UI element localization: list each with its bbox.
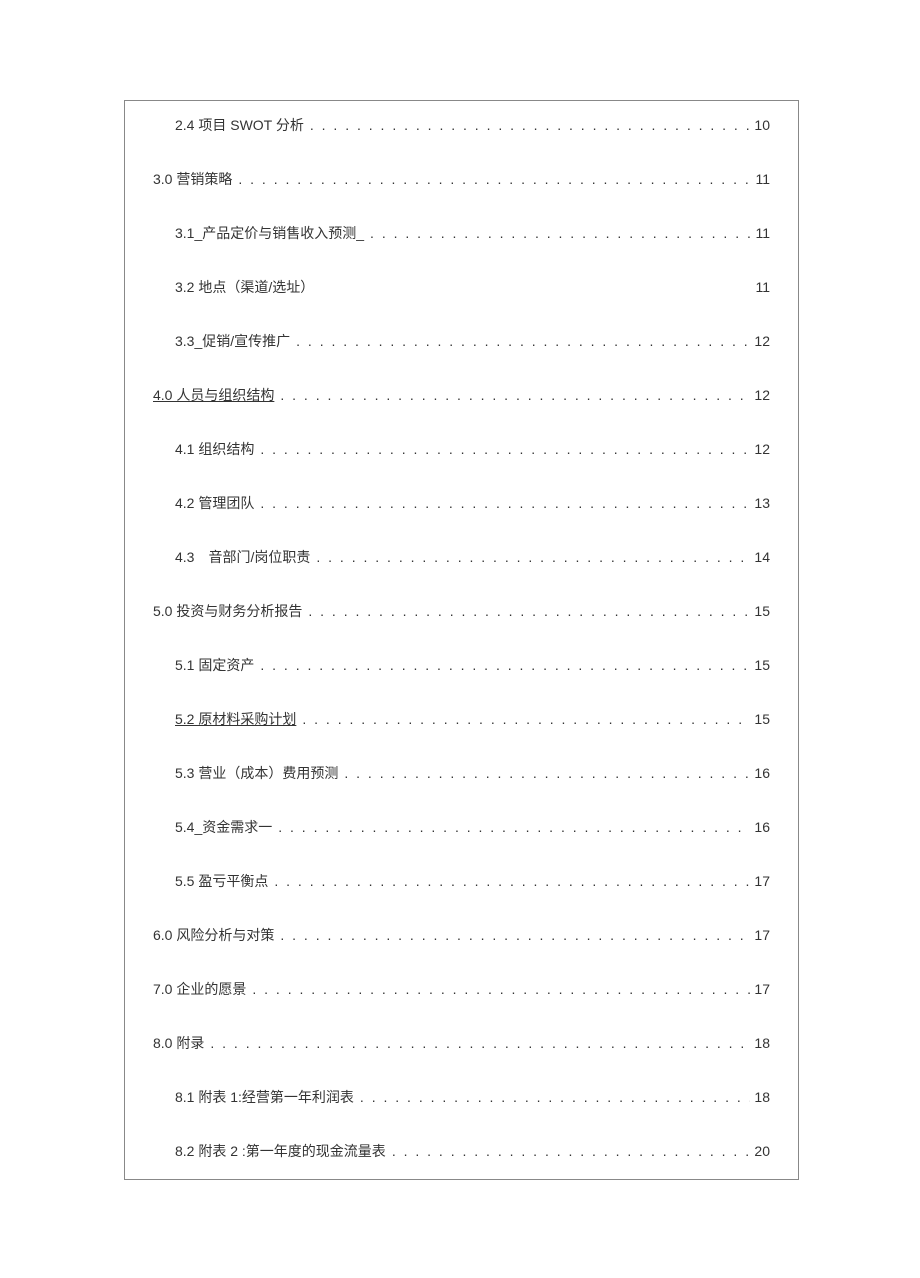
toc-entry: 4.1 组织结构 12 bbox=[153, 439, 770, 459]
toc-entry: 8.2 附表 2 :第一年度的现金流量表 20 bbox=[153, 1141, 770, 1161]
toc-page-number: 20 bbox=[750, 1143, 770, 1159]
toc-entry: 6.0 风险分析与对策 17 bbox=[153, 925, 770, 945]
toc-leader bbox=[338, 765, 750, 781]
toc-entry: 2.4 项目 SWOT 分析 10 bbox=[153, 115, 770, 135]
toc-entry: 7.0 企业的愿景 17 bbox=[153, 979, 770, 999]
toc-leader bbox=[290, 333, 750, 349]
toc-label: 5.1 固定资产 bbox=[175, 655, 254, 675]
toc-leader bbox=[310, 549, 750, 565]
page-frame: 2.4 项目 SWOT 分析103.0 营销策略113.1_产品定价与销售收入预… bbox=[124, 100, 799, 1180]
toc-entry: 5.4_资金需求一 16 bbox=[153, 817, 770, 837]
toc-label: 4.1 组织结构 bbox=[175, 439, 254, 459]
toc-page-number: 11 bbox=[751, 171, 770, 187]
toc-label: 5.2 原材料采购计划 bbox=[175, 709, 296, 729]
toc-entry: 8.1 附表 1:经营第一年利润表 18 bbox=[153, 1087, 770, 1107]
toc-page-number: 16 bbox=[750, 765, 770, 781]
toc-label: 6.0 风险分析与对策 bbox=[153, 925, 274, 945]
toc-page-number: 13 bbox=[750, 495, 770, 511]
toc-label: 5.4_资金需求一 bbox=[175, 817, 272, 837]
toc-leader bbox=[314, 291, 751, 292]
toc-label: 4.2 管理团队 bbox=[175, 493, 254, 513]
toc-leader bbox=[304, 117, 751, 133]
toc-page-number: 15 bbox=[750, 657, 770, 673]
toc-leader bbox=[246, 981, 750, 997]
toc-page-number: 14 bbox=[750, 549, 770, 565]
toc-leader bbox=[386, 1143, 751, 1159]
toc-page-number: 15 bbox=[750, 711, 770, 727]
toc-label: 3.2 地点（渠道/选址） bbox=[175, 277, 314, 297]
toc-page-number: 15 bbox=[750, 603, 770, 619]
toc-entry: 3.0 营销策略 11 bbox=[153, 169, 770, 189]
toc-label: 4.3 音部门/岗位职责 bbox=[175, 547, 310, 567]
toc-page-number: 18 bbox=[750, 1089, 770, 1105]
toc-entry: 3.2 地点（渠道/选址） 11 bbox=[153, 277, 770, 297]
toc-leader bbox=[364, 225, 751, 241]
toc-leader bbox=[232, 171, 751, 187]
toc-entry: 4.3 音部门/岗位职责 14 bbox=[153, 547, 770, 567]
toc-page-number: 12 bbox=[750, 387, 770, 403]
toc-leader bbox=[204, 1035, 750, 1051]
toc-leader bbox=[302, 603, 750, 619]
toc-page-number: 17 bbox=[750, 873, 770, 889]
toc-page-number: 12 bbox=[750, 441, 770, 457]
toc-entry: 5.3 营业（成本）费用预测 16 bbox=[153, 763, 770, 783]
toc-entry: 5.0 投资与财务分析报告 15 bbox=[153, 601, 770, 621]
toc-label: 5.5 盈亏平衡点 bbox=[175, 871, 268, 891]
toc-leader bbox=[254, 657, 750, 673]
toc-page-number: 17 bbox=[750, 981, 770, 997]
toc-label: 4.0 人员与组织结构 bbox=[153, 385, 274, 405]
toc-leader bbox=[272, 819, 750, 835]
toc-leader bbox=[254, 441, 750, 457]
toc-entry: 4.0 人员与组织结构 12 bbox=[153, 385, 770, 405]
toc-page-number: 16 bbox=[750, 819, 770, 835]
toc-entry: 5.2 原材料采购计划 15 bbox=[153, 709, 770, 729]
toc-label: 3.0 营销策略 bbox=[153, 169, 232, 189]
toc-entry: 8.0 附录 18 bbox=[153, 1033, 770, 1053]
toc-label: 8.2 附表 2 :第一年度的现金流量表 bbox=[175, 1141, 386, 1161]
toc-page-number: 18 bbox=[750, 1035, 770, 1051]
toc-page-number: 11 bbox=[751, 225, 770, 241]
toc-page-number: 10 bbox=[750, 117, 770, 133]
toc-leader bbox=[274, 927, 750, 943]
toc-leader bbox=[268, 873, 750, 889]
toc-label: 5.3 营业（成本）费用预测 bbox=[175, 763, 338, 783]
toc-label: 3.3_促销/宣传推广 bbox=[175, 331, 290, 351]
toc-label: 8.1 附表 1:经营第一年利润表 bbox=[175, 1087, 354, 1107]
toc-entry: 4.2 管理团队 13 bbox=[153, 493, 770, 513]
toc-leader bbox=[354, 1089, 751, 1105]
toc-label: 3.1_产品定价与销售收入预测_ bbox=[175, 223, 364, 243]
toc-leader bbox=[296, 711, 750, 727]
toc-page-number: 12 bbox=[750, 333, 770, 349]
toc-entry: 5.5 盈亏平衡点 17 bbox=[153, 871, 770, 891]
toc-entry: 3.1_产品定价与销售收入预测_ 11 bbox=[153, 223, 770, 243]
toc-leader bbox=[254, 495, 750, 511]
toc-entry: 3.3_促销/宣传推广 12 bbox=[153, 331, 770, 351]
toc-page-number: 17 bbox=[750, 927, 770, 943]
table-of-contents: 2.4 项目 SWOT 分析103.0 营销策略113.1_产品定价与销售收入预… bbox=[153, 115, 770, 1161]
toc-page-number: 11 bbox=[751, 279, 770, 295]
toc-label: 7.0 企业的愿景 bbox=[153, 979, 246, 999]
toc-label: 5.0 投资与财务分析报告 bbox=[153, 601, 302, 621]
toc-leader bbox=[274, 387, 750, 403]
toc-label: 2.4 项目 SWOT 分析 bbox=[175, 115, 304, 135]
toc-entry: 5.1 固定资产 15 bbox=[153, 655, 770, 675]
toc-label: 8.0 附录 bbox=[153, 1033, 204, 1053]
